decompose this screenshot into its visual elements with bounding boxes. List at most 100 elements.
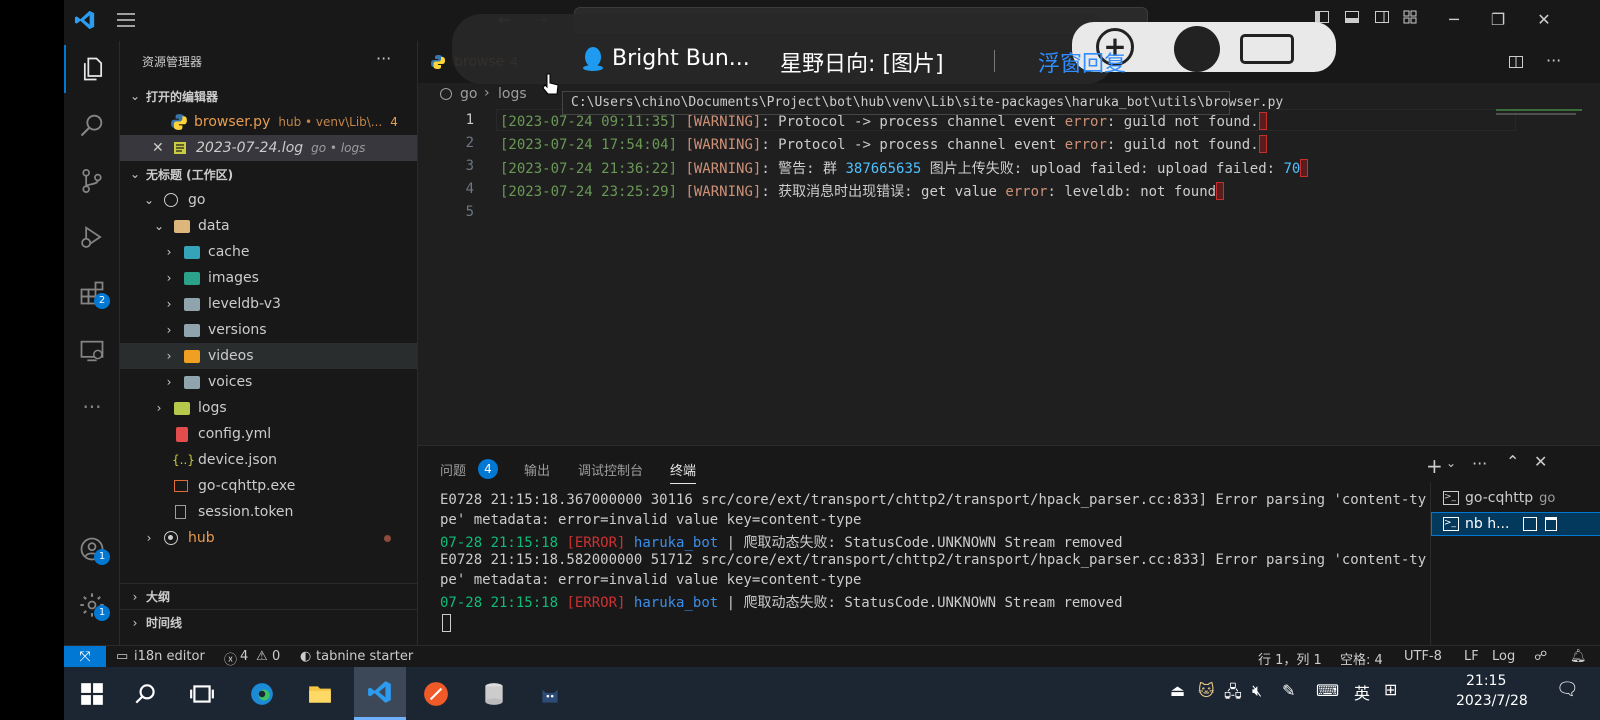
- vscode-taskbar-icon[interactable]: [354, 667, 406, 720]
- minimize-icon[interactable]: ─: [1442, 8, 1466, 32]
- usb-icon[interactable]: ⏏: [1170, 681, 1185, 700]
- panel-more-icon[interactable]: ···: [1472, 454, 1487, 473]
- touch-keyboard-icon[interactable]: ⌨: [1316, 681, 1339, 700]
- error-count[interactable]: 4: [240, 649, 248, 664]
- minimap[interactable]: [1496, 107, 1586, 119]
- close-icon[interactable]: ✕: [152, 140, 164, 156]
- tree-item-leveldb-v3[interactable]: › leveldb-v3: [120, 291, 417, 317]
- breadcrumb-go[interactable]: go: [460, 86, 477, 102]
- tree-item-versions[interactable]: › versions: [120, 317, 417, 343]
- terminal-cursor[interactable]: [442, 614, 451, 632]
- menu-icon[interactable]: [116, 11, 136, 29]
- toggle-panel-icon[interactable]: [1340, 8, 1364, 32]
- action-center-icon[interactable]: 🗨︎: [1556, 679, 1579, 700]
- split-terminal-icon[interactable]: [1523, 517, 1538, 531]
- source-control-icon[interactable]: [64, 157, 120, 205]
- tree-item-device-json[interactable]: {..} device.json: [120, 447, 417, 473]
- search-icon[interactable]: [64, 101, 120, 149]
- tree-item-images[interactable]: › images: [120, 265, 417, 291]
- indentation[interactable]: 空格: 4: [1340, 649, 1383, 668]
- tabnine-button[interactable]: tabnine starter: [316, 649, 413, 664]
- restore-icon[interactable]: ❐: [1486, 8, 1510, 32]
- breadcrumb-sep-icon: ›: [484, 85, 490, 101]
- breadcrumb-logs[interactable]: logs: [498, 86, 527, 102]
- database-app-icon[interactable]: [468, 667, 520, 720]
- close-window-icon[interactable]: ✕: [1532, 8, 1556, 32]
- open-editors-header[interactable]: ⌄ 打开的编辑器: [120, 83, 417, 109]
- tree-item-hub[interactable]: › hub: [120, 525, 417, 551]
- code-line-2[interactable]: [2023-07-24 17:54:04] [WARNING]: Protoco…: [500, 135, 1267, 153]
- task-view-icon[interactable]: [176, 667, 228, 720]
- timeline-header[interactable]: › 时间线: [120, 609, 417, 635]
- run-debug-icon[interactable]: [64, 213, 120, 261]
- code-line-3[interactable]: [2023-07-24 21:36:22] [WARNING]: 警告: 群 3…: [500, 158, 1309, 178]
- more-actions-icon[interactable]: ···: [376, 49, 391, 68]
- app-quill-icon[interactable]: [410, 667, 462, 720]
- remote-button[interactable]: ⤧: [64, 646, 106, 668]
- explorer-icon[interactable]: [64, 45, 120, 93]
- extensions-icon[interactable]: 2: [64, 269, 120, 317]
- language-mode[interactable]: Log: [1492, 649, 1515, 664]
- terminal-item-nb[interactable]: >_ nb h...: [1431, 512, 1600, 536]
- open-editor-browser-py[interactable]: browser.py hub • venv\Lib\... 4: [120, 109, 417, 135]
- ime-mode-icon[interactable]: ⊞: [1384, 680, 1397, 699]
- tree-item-go[interactable]: ⌄ go: [120, 187, 417, 213]
- ime-indicator[interactable]: 英: [1354, 680, 1370, 704]
- settings-gear-icon[interactable]: 1: [64, 581, 120, 629]
- network-icon[interactable]: 🖧︎: [1224, 681, 1242, 708]
- start-button-icon[interactable]: [66, 667, 118, 720]
- tab-terminal[interactable]: 终端: [670, 460, 697, 484]
- trash-icon[interactable]: [1545, 517, 1558, 531]
- clock-date[interactable]: 2023/7/28: [1456, 693, 1528, 709]
- tree-item-logs[interactable]: › logs: [120, 395, 417, 421]
- volume-muted-icon[interactable]: 🔇︎: [1252, 681, 1262, 701]
- cat-app-icon[interactable]: [524, 667, 576, 720]
- terminal-item-go-cqhttp[interactable]: >_ go-cqhttp go: [1431, 486, 1600, 510]
- new-terminal-icon[interactable]: +: [1426, 454, 1443, 478]
- tray-cat-icon[interactable]: 🐱︎: [1198, 681, 1215, 700]
- overlay-chat-message: 星野日向: [图片]: [780, 52, 944, 77]
- keyboard-icon[interactable]: [1240, 34, 1294, 64]
- outline-header[interactable]: › 大纲: [120, 583, 417, 609]
- notifications-icon[interactable]: 🔔︎: [1570, 649, 1587, 664]
- tree-item-session-token[interactable]: session.token: [120, 499, 417, 525]
- split-editor-icon[interactable]: [1508, 54, 1524, 70]
- edge-browser-icon[interactable]: [236, 667, 288, 720]
- tab-problems[interactable]: 问题: [440, 460, 466, 479]
- overlay-reply-button[interactable]: 浮窗回复: [1038, 46, 1126, 78]
- chevron-down-icon[interactable]: ⌄: [1446, 456, 1456, 470]
- pin-icon[interactable]: [1174, 26, 1220, 72]
- toggle-secondary-sidebar-icon[interactable]: [1370, 8, 1394, 32]
- end-of-line[interactable]: LF: [1464, 649, 1479, 664]
- tab-output[interactable]: 输出: [524, 460, 550, 479]
- open-editor-log[interactable]: ✕ 2023-07-24.log go • logs: [120, 135, 417, 161]
- code-line-4[interactable]: [2023-07-24 23:25:29] [WARNING]: 获取消息时出现…: [500, 181, 1225, 201]
- encoding[interactable]: UTF-8: [1404, 649, 1442, 664]
- tab-debug-console[interactable]: 调试控制台: [578, 460, 643, 479]
- workspace-header[interactable]: ⌄ 无标题 (工作区): [120, 161, 417, 187]
- close-panel-icon[interactable]: ✕: [1534, 452, 1547, 471]
- tree-item-go-cqhttp-exe[interactable]: go-cqhttp.exe: [120, 473, 417, 499]
- tree-item-cache[interactable]: › cache: [120, 239, 417, 265]
- file-icon: [175, 505, 186, 519]
- remote-explorer-icon[interactable]: [64, 327, 120, 375]
- clock-time[interactable]: 21:15: [1466, 673, 1506, 689]
- maximize-panel-icon[interactable]: ⌃: [1506, 452, 1519, 471]
- more-views-icon[interactable]: ···: [64, 383, 120, 431]
- root-folder-icon: [164, 531, 178, 545]
- feedback-icon[interactable]: ☍: [1534, 649, 1547, 664]
- tree-item-config-yml[interactable]: config.yml: [120, 421, 417, 447]
- tree-item-voices[interactable]: › voices: [120, 369, 417, 395]
- warning-count[interactable]: 0: [272, 649, 280, 664]
- customize-layout-icon[interactable]: [1398, 8, 1422, 32]
- tree-item-videos[interactable]: › videos: [120, 343, 417, 369]
- tree-item-data[interactable]: ⌄ data: [120, 213, 417, 239]
- line-number: 4: [465, 181, 474, 197]
- cursor-position[interactable]: 行 1，列 1: [1258, 649, 1322, 668]
- file-explorer-icon[interactable]: [294, 667, 346, 720]
- pen-icon[interactable]: ✎: [1282, 681, 1295, 700]
- i18n-editor-button[interactable]: i18n editor: [134, 649, 205, 664]
- editor-more-actions-icon[interactable]: ···: [1546, 51, 1561, 70]
- taskbar-search-icon[interactable]: [120, 667, 172, 720]
- accounts-icon[interactable]: 1: [64, 525, 120, 573]
